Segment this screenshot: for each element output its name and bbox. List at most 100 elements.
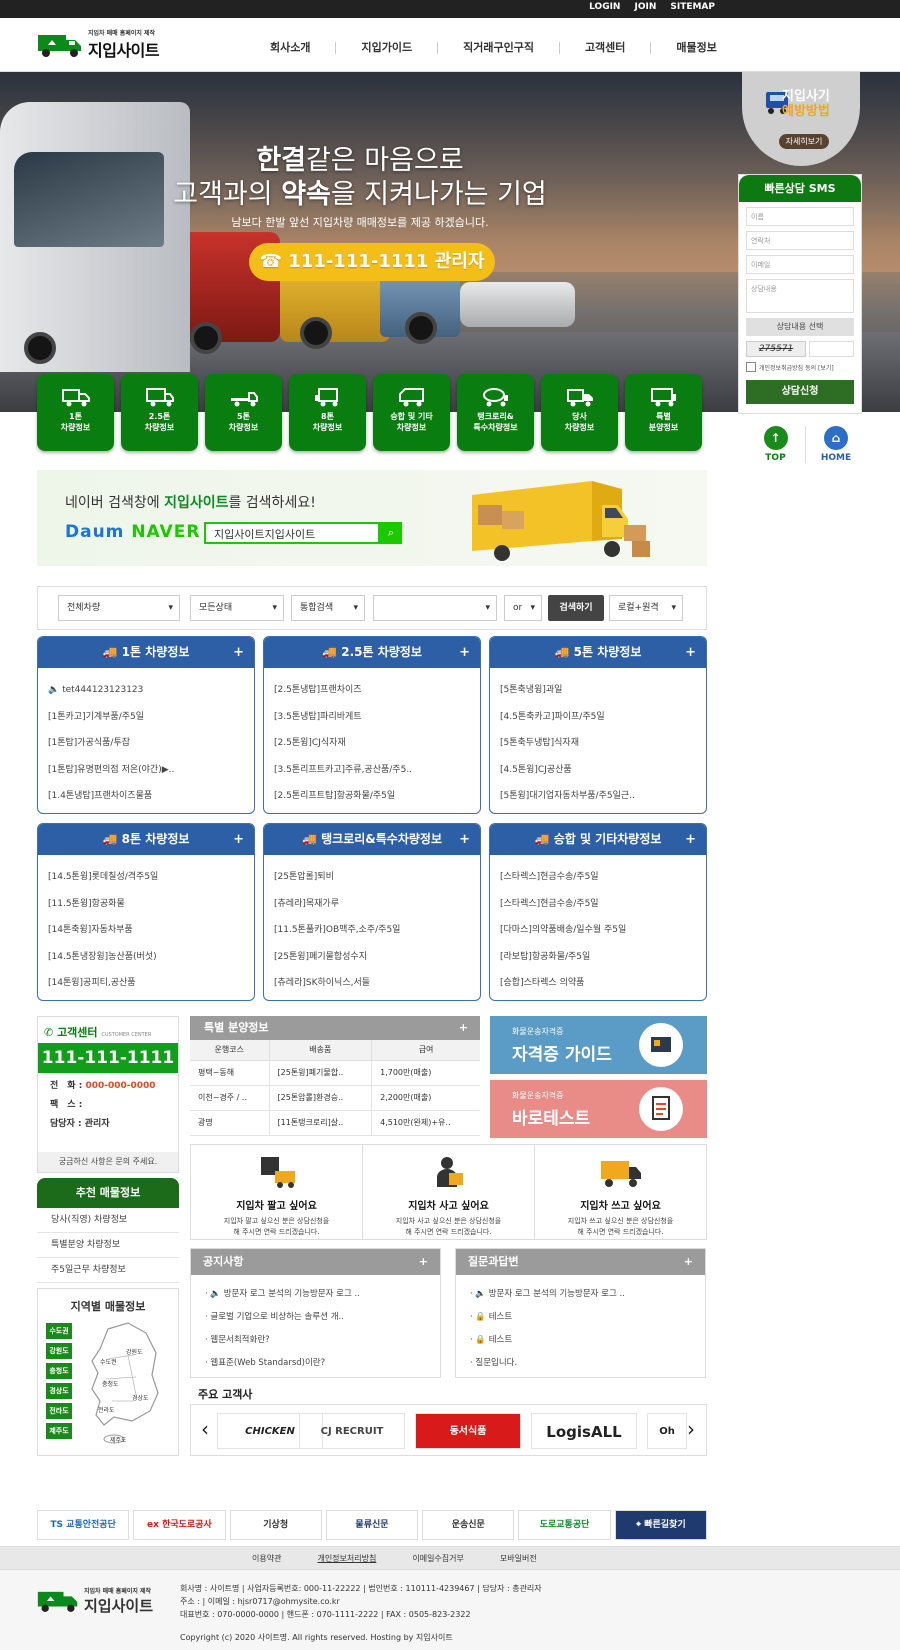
license-test-banner[interactable]: 화물운송자격증 바로테스트 xyxy=(490,1080,707,1138)
plus-icon[interactable]: + xyxy=(459,1016,468,1040)
home-button[interactable]: ⌂ HOME xyxy=(806,426,866,463)
list-item[interactable]: [츄레라]목재가루 xyxy=(274,891,470,918)
login-link[interactable]: LOGIN xyxy=(589,2,620,12)
box-header[interactable]: 🚚 1톤 차량정보 + xyxy=(38,637,254,668)
region-tag[interactable]: 전라도 xyxy=(46,1403,72,1419)
top-button[interactable]: ↑ TOP xyxy=(746,426,806,463)
list-item[interactable]: [5톤축냉윙]과일 xyxy=(500,677,696,704)
list-item[interactable]: · 🔈 방문자 로그 분석의 기능방문자 로그 .. xyxy=(205,1283,426,1306)
list-item[interactable]: [다마스]의약품배송/일수월 주5일 xyxy=(500,917,696,944)
box-header[interactable]: 🚚 2.5톤 차량정보 + xyxy=(264,637,480,668)
vehicle-type-select[interactable]: 전체차량 xyxy=(58,595,180,621)
box-header[interactable]: 🚚 탱크로리&특수차량정보 + xyxy=(264,824,480,855)
list-item[interactable]: [스타렉스]현금수송/주5일 xyxy=(500,864,696,891)
source-select[interactable]: 로컬+원격 xyxy=(609,595,683,621)
list-item[interactable]: [3.5톤리프트카고]주류,공산품/주5.. xyxy=(274,757,470,784)
list-item[interactable]: · 글로벌 기업으로 비상하는 솔루션 개.. xyxy=(205,1306,426,1329)
list-item[interactable]: 🔈 tet444123123123 xyxy=(48,677,244,704)
box-header[interactable]: 🚚 8톤 차량정보 + xyxy=(38,824,254,855)
region-tag[interactable]: 충청도 xyxy=(46,1363,72,1379)
plus-icon[interactable]: + xyxy=(459,824,470,855)
list-item[interactable]: · 웹문서최적화란? xyxy=(205,1329,426,1352)
terms-link[interactable]: 이용약관 xyxy=(234,1547,299,1571)
list-item[interactable]: [11.5톤풀카]OB맥주,소주/주5일 xyxy=(274,917,470,944)
use-card[interactable]: 지입차 쓰고 싶어요 지입차 쓰고 싶으신 분은 상담신청을 해 주시면 연락 드리… xyxy=(535,1145,706,1239)
chevron-left-icon[interactable]: ‹ xyxy=(201,1417,209,1441)
status-select[interactable]: 모든상태 xyxy=(190,595,284,621)
list-item[interactable]: [라보탑]항공화물/주5일 xyxy=(500,944,696,971)
category-van-etc[interactable]: 승합 및 기타 차량정보 xyxy=(373,374,450,451)
naver-search-box[interactable]: 지입사이트지입사이트 xyxy=(204,522,380,544)
rec-item[interactable]: 주5일근무 차량정보 xyxy=(37,1258,179,1283)
nav-listings[interactable]: 매물정보 xyxy=(651,42,741,54)
site-logo[interactable]: 지입차 매매 홈페이지 제작 지입사이트 xyxy=(36,28,160,61)
list-item[interactable]: · 웹표준(Web Standarsd)이란? xyxy=(205,1352,426,1375)
agree-checkbox[interactable] xyxy=(746,362,756,372)
fraud-more-button[interactable]: 자세히보기 xyxy=(779,134,829,149)
sitemap-link[interactable]: SITEMAP xyxy=(670,2,715,12)
region-tag[interactable]: 경상도 xyxy=(46,1383,72,1399)
plus-icon[interactable]: + xyxy=(685,637,696,668)
list-item[interactable]: [14톤윙]공피티,공산품 xyxy=(48,970,244,997)
plus-icon[interactable]: + xyxy=(233,637,244,668)
list-item[interactable]: [츄레라]SK하이닉스,서들 xyxy=(274,970,470,997)
nav-jobs[interactable]: 직거래구인구직 xyxy=(438,42,560,54)
region-tag[interactable]: 제주도 xyxy=(46,1423,72,1439)
list-item[interactable]: [스타렉스]현금수송/주5일 xyxy=(500,891,696,918)
chevron-right-icon[interactable]: › xyxy=(687,1417,695,1441)
footer-logo[interactable]: 지입차 매매 홈페이지 제작 지입사이트 xyxy=(36,1586,153,1616)
partner-ts[interactable]: TS 교통안전공단 xyxy=(37,1510,130,1540)
list-item[interactable]: [14.5톤냉장윙]농산품(버섯) xyxy=(48,944,244,971)
rec-item[interactable]: 당사(직영) 차량정보 xyxy=(37,1208,179,1233)
list-item[interactable]: · 질문입니다. xyxy=(470,1352,691,1375)
plus-icon[interactable]: + xyxy=(684,1249,693,1275)
directions-button[interactable]: ⌖ 빠른길찾기 xyxy=(614,1510,707,1540)
plus-icon[interactable]: + xyxy=(233,824,244,855)
category-5ton[interactable]: 5톤 차량정보 xyxy=(205,374,282,451)
list-item[interactable]: [2.5톤냉탑]프랜차이즈 xyxy=(274,677,470,704)
captcha-input[interactable] xyxy=(809,341,854,357)
qna-title[interactable]: 질문과답변 + xyxy=(456,1249,705,1275)
category-8ton[interactable]: 8톤 차량정보 xyxy=(289,374,366,451)
privacy-link[interactable]: 개인정보처리방침 xyxy=(299,1547,394,1571)
license-guide-banner[interactable]: 화물운송자격증 자격증 가이드 xyxy=(490,1016,707,1074)
email-input[interactable]: 이메일 xyxy=(746,255,854,274)
list-item[interactable]: [14.5톤윙]롯데칠성/격주5일 xyxy=(48,864,244,891)
partner-koroad[interactable]: 도로교통공단 xyxy=(518,1510,611,1540)
list-item[interactable]: [4.5톤축카고]파이프/주5일 xyxy=(500,704,696,731)
mobile-link[interactable]: 모바일버전 xyxy=(482,1547,555,1571)
list-item[interactable]: [11.5톤윙]항공화물 xyxy=(48,891,244,918)
list-item[interactable]: [25톤윙]폐기물합성수지 xyxy=(274,944,470,971)
box-header[interactable]: 🚚 5톤 차량정보 + xyxy=(490,637,706,668)
keyword-input[interactable] xyxy=(373,595,497,621)
special-title[interactable]: 특별 분양정보 + xyxy=(190,1016,480,1040)
nav-guide[interactable]: 지입가이드 xyxy=(336,42,439,54)
list-item[interactable]: [1톤탑]가공식품/투잡 xyxy=(48,730,244,757)
list-item[interactable]: · 🔒 테스트 xyxy=(470,1306,691,1329)
list-item[interactable]: [5톤축두냉탑]식자재 xyxy=(500,730,696,757)
list-item[interactable]: [1톤탑]유명편의점 저온(야간)▶.. xyxy=(48,757,244,784)
list-item[interactable]: [승합]스타렉스 의약품 xyxy=(500,970,696,997)
category-1ton[interactable]: 1톤 차량정보 xyxy=(37,374,114,451)
table-row[interactable]: 광명 [11톤탱크로리]살.. 4,510만(완제)+유.. xyxy=(190,1110,480,1136)
list-item[interactable]: [1.4톤냉탑]프랜차이즈물품 xyxy=(48,783,244,810)
plus-icon[interactable]: + xyxy=(685,824,696,855)
list-item[interactable]: [5톤윙]대기업자동차부품/주5일근.. xyxy=(500,783,696,810)
content-select[interactable]: 상담내용 선택 xyxy=(746,318,854,336)
name-input[interactable]: 이름 xyxy=(746,207,854,226)
email-refuse-link[interactable]: 이메일수집거부 xyxy=(394,1547,482,1571)
phone-input[interactable]: 연락처 xyxy=(746,231,854,250)
table-row[interactable]: 이천~경주 / .. [25톤압롤]환경승.. 2,200만(매출) xyxy=(190,1085,480,1111)
notice-title[interactable]: 공지사항 + xyxy=(191,1249,440,1275)
search-button[interactable]: 검색하기 xyxy=(548,595,604,621)
plus-icon[interactable]: + xyxy=(419,1249,428,1275)
list-item[interactable]: · 🔒 테스트 xyxy=(470,1329,691,1352)
search-icon[interactable]: ⌕ xyxy=(380,522,402,544)
nav-support[interactable]: 고객센터 xyxy=(560,42,652,54)
plus-icon[interactable]: + xyxy=(459,637,470,668)
list-item[interactable]: [1톤카고]기계부품/주5일 xyxy=(48,704,244,731)
partner-news1[interactable]: 물류신문 xyxy=(325,1510,419,1540)
content-textarea[interactable]: 상담내용 xyxy=(746,279,854,313)
sms-submit-button[interactable]: 상담신청 xyxy=(746,380,854,404)
list-item[interactable]: [14톤축윙]자동차부품 xyxy=(48,917,244,944)
